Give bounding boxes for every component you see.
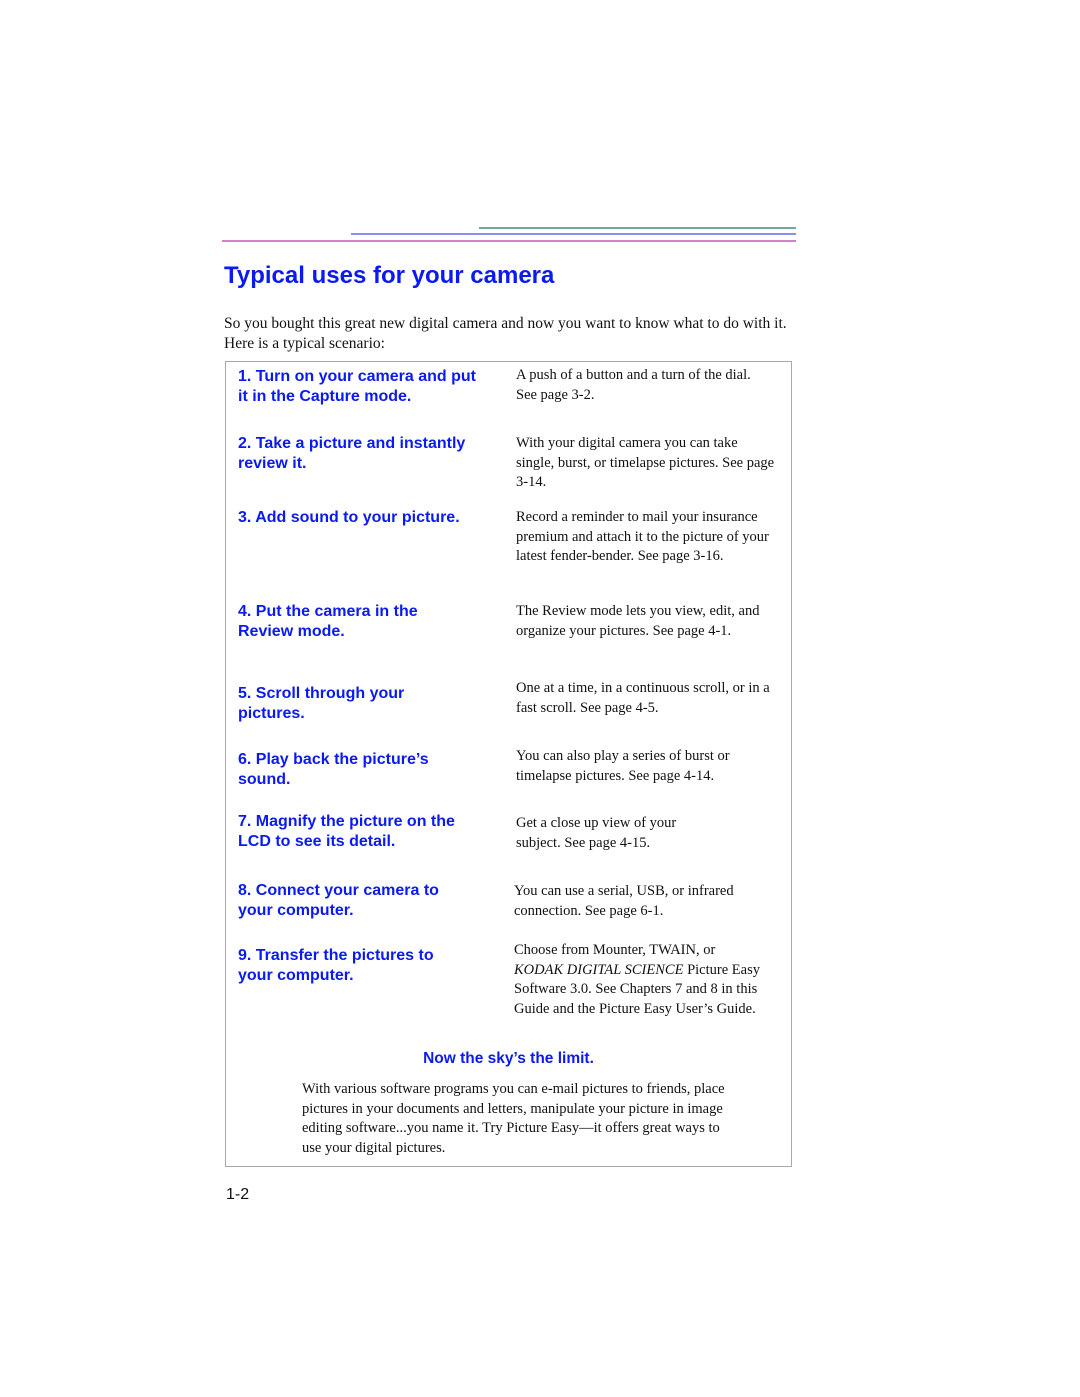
- step-1-title: 1. Turn on your camera and put it in the…: [238, 368, 476, 405]
- header-rule-blue: [351, 233, 796, 235]
- step-9-title: 9. Transfer the pictures to your compute…: [238, 947, 434, 984]
- step-1-description: A push of a button and a turn of the dia…: [516, 367, 751, 403]
- step-8-title: 8. Connect your camera to your computer.: [238, 882, 439, 919]
- step-3-title: 3. Add sound to your picture.: [238, 509, 460, 526]
- page-number: 1-2: [226, 1186, 250, 1203]
- intro-paragraph: So you bought this great new digital cam…: [224, 315, 787, 352]
- step-8-description: You can use a serial, USB, or infrared c…: [514, 883, 734, 919]
- step-5-title: 5. Scroll through your pictures.: [238, 685, 405, 722]
- step-7-title: 7. Magnify the picture on the LCD to see…: [238, 813, 455, 850]
- step-7-description: Get a close up view of your subject. See…: [516, 815, 677, 851]
- step-5-description: One at a time, in a continuous scroll, o…: [516, 680, 770, 716]
- step-2-description: With your digital camera you can take si…: [516, 435, 775, 490]
- page-title: Typical uses for your camera: [224, 262, 555, 289]
- closing-title: Now the sky’s the limit.: [423, 1050, 594, 1067]
- header-rule-teal: [479, 227, 796, 229]
- step-9-description-prefix: Choose from Mounter, TWAIN, or: [514, 942, 716, 958]
- step-9-description: Choose from Mounter, TWAIN, or KODAK DIG…: [514, 941, 764, 1019]
- step-6-title: 6. Play back the picture’s sound.: [238, 751, 429, 788]
- step-9-description-brand: KODAK DIGITAL SCIENCE: [514, 961, 684, 978]
- step-4-title: 4. Put the camera in the Review mode.: [238, 603, 418, 640]
- closing-paragraph: With various software programs you can e…: [302, 1081, 725, 1156]
- step-6-description: You can also play a series of burst or t…: [516, 748, 730, 784]
- step-3-description: Record a reminder to mail your insurance…: [516, 509, 769, 564]
- step-4-description: The Review mode lets you view, edit, and…: [516, 603, 760, 639]
- header-rule-pink: [222, 240, 796, 242]
- step-2-title: 2. Take a picture and instantly review i…: [238, 435, 466, 472]
